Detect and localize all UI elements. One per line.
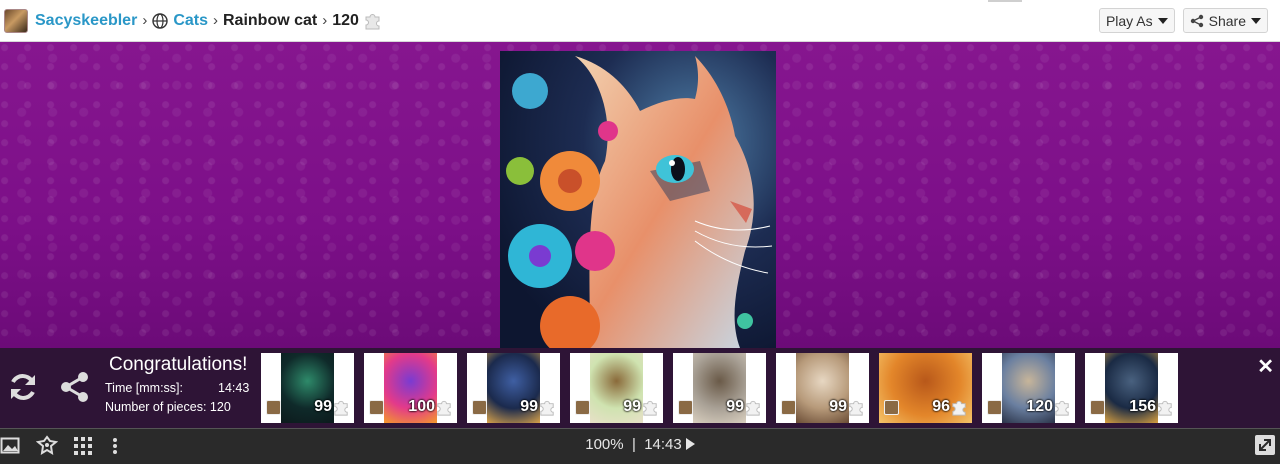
share-label: Share — [1208, 12, 1246, 29]
author-avatar — [678, 400, 693, 415]
avatar[interactable] — [4, 8, 28, 33]
puzzle-piece-icon — [746, 400, 760, 416]
author-avatar — [781, 400, 796, 415]
puzzle-piece-icon — [540, 400, 554, 416]
thumbnail-piece-count: 99 — [829, 398, 847, 415]
play-icon[interactable] — [685, 438, 695, 450]
timer: 14:43 — [644, 436, 682, 453]
status-readout: 100% | 14:43 — [0, 436, 1280, 453]
pieces-label: Number of pieces: — [105, 400, 207, 414]
puzzle-piece-icon — [1055, 400, 1069, 416]
puzzle-piece-icon — [334, 400, 348, 416]
close-icon[interactable]: ✕ — [1257, 354, 1274, 379]
author-avatar — [472, 400, 487, 415]
puzzle-piece-icon — [849, 400, 863, 416]
breadcrumb-puzzle-title: Rainbow cat — [223, 11, 318, 29]
status-bar: 100% | 14:43 — [0, 428, 1280, 464]
share-button[interactable]: Share — [1182, 8, 1268, 33]
suggested-puzzle-thumbnail[interactable]: 120 — [982, 353, 1075, 423]
pieces-value: 120 — [209, 400, 231, 414]
scroll-indicator — [988, 0, 1022, 2]
restart-icon[interactable] — [6, 370, 40, 404]
completion-summary: Congratulations! Time [mm:ss]: 14:43 Num… — [105, 354, 249, 414]
status-separator: | — [631, 436, 636, 453]
rainbow-cat-illustration — [500, 51, 776, 348]
author-avatar — [266, 400, 281, 415]
zoom-level: 100% — [585, 436, 624, 453]
breadcrumb: Sacyskeebler › Cats › Rainbow cat › 120 — [4, 8, 383, 33]
thumbnail-piece-count: 99 — [314, 398, 332, 415]
congratulations-heading: Congratulations! — [109, 354, 248, 375]
puzzle-piece-icon — [952, 400, 966, 416]
pieces-stat: Number of pieces: 120 — [105, 400, 249, 414]
thumbnail-piece-count: 99 — [520, 398, 538, 415]
time-stat: Time [mm:ss]: 14:43 — [105, 381, 249, 395]
share-icon — [1190, 14, 1203, 27]
share-icon[interactable] — [58, 370, 92, 404]
puzzle-piece-icon — [1158, 400, 1172, 416]
breadcrumb-user-link[interactable]: Sacyskeebler — [35, 12, 137, 30]
caret-down-icon — [1157, 17, 1168, 24]
thumbnail-piece-count: 100 — [408, 398, 435, 415]
suggested-puzzle-thumbnail[interactable]: 99 — [467, 353, 560, 423]
breadcrumb-category-link[interactable]: Cats — [173, 12, 208, 30]
chevron-right-icon: › — [213, 12, 218, 29]
author-avatar — [1090, 400, 1105, 415]
author-avatar — [987, 400, 1002, 415]
time-value: 14:43 — [218, 381, 250, 395]
suggested-puzzle-thumbnail[interactable]: 96 — [879, 353, 972, 423]
chevron-right-icon: › — [322, 12, 328, 29]
thumbnail-piece-count: 120 — [1026, 398, 1053, 415]
suggested-puzzle-thumbnail[interactable]: 99 — [261, 353, 354, 423]
completion-panel: Congratulations! Time [mm:ss]: 14:43 Num… — [0, 348, 1280, 428]
suggested-puzzle-thumbnail[interactable]: 99 — [673, 353, 766, 423]
author-avatar — [884, 400, 899, 415]
completed-puzzle-image — [500, 51, 776, 348]
author-avatar — [369, 400, 384, 415]
time-label: Time [mm:ss]: — [105, 381, 184, 395]
puzzle-piece-icon — [643, 400, 657, 416]
globe-icon — [152, 12, 169, 29]
author-avatar — [575, 400, 590, 415]
suggested-puzzles: 99 100 99 99 99 99 96 120 156 — [261, 353, 1178, 423]
thumbnail-piece-count: 99 — [726, 398, 744, 415]
play-as-button[interactable]: Play As — [1098, 8, 1175, 33]
puzzle-piece-icon — [365, 13, 380, 29]
fullscreen-icon[interactable] — [1253, 433, 1277, 457]
breadcrumb-piece-count: 120 — [332, 11, 359, 29]
play-as-label: Play As — [1105, 12, 1153, 29]
thumbnail-piece-count: 156 — [1129, 398, 1156, 415]
thumbnail-piece-count: 96 — [932, 398, 950, 415]
thumbnail-piece-count: 99 — [623, 398, 641, 415]
chevron-right-icon: › — [142, 12, 148, 29]
suggested-puzzle-thumbnail[interactable]: 99 — [776, 353, 869, 423]
puzzle-piece-icon — [437, 400, 451, 416]
puzzle-board[interactable] — [0, 42, 1280, 348]
suggested-puzzle-thumbnail[interactable]: 99 — [570, 353, 663, 423]
top-bar: Sacyskeebler › Cats › Rainbow cat › 120 … — [0, 0, 1280, 42]
suggested-puzzle-thumbnail[interactable]: 100 — [364, 353, 457, 423]
suggested-puzzle-thumbnail[interactable]: 156 — [1085, 353, 1178, 423]
caret-down-icon — [1251, 17, 1261, 24]
